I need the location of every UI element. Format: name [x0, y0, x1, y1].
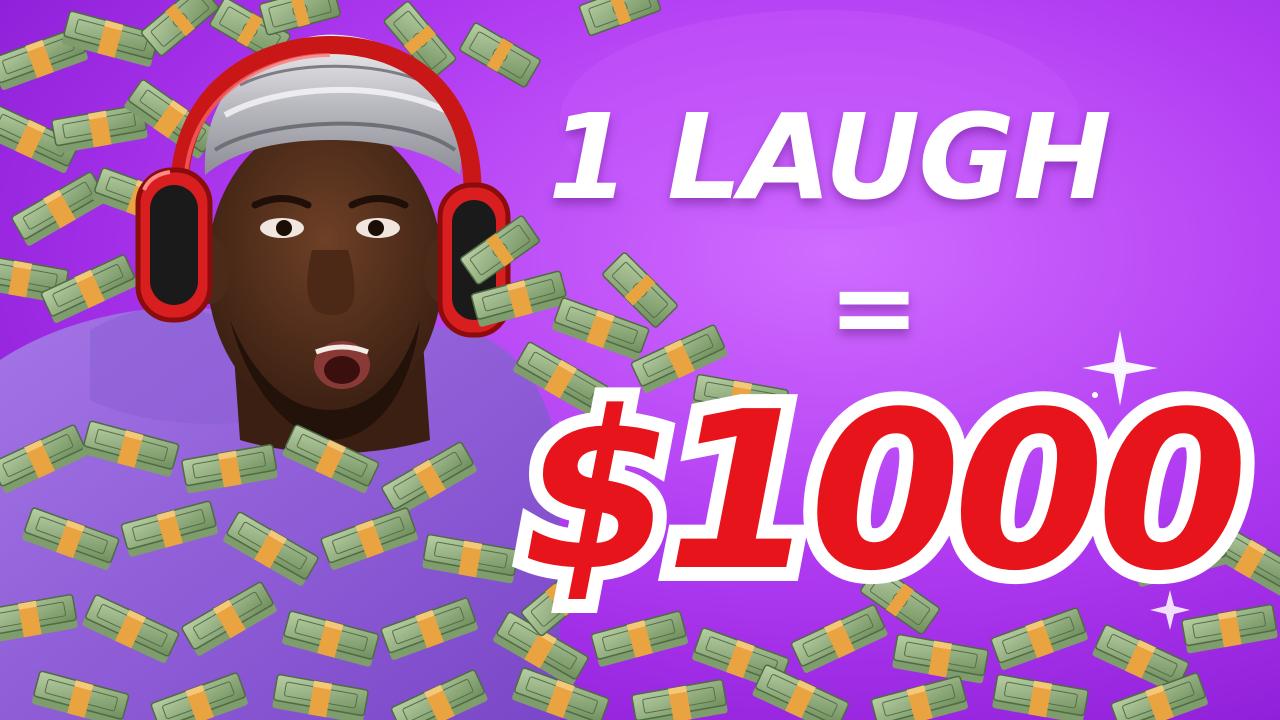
- headline-price-text: $1000: [522, 366, 1248, 619]
- headline-price: $1000 $1000: [508, 364, 1262, 622]
- headline-equals: =: [828, 243, 920, 371]
- thumbnail-scene: 1 LAUGH = $1000 $1000: [0, 0, 1280, 720]
- headline-line-1: 1 LAUGH: [548, 88, 1112, 226]
